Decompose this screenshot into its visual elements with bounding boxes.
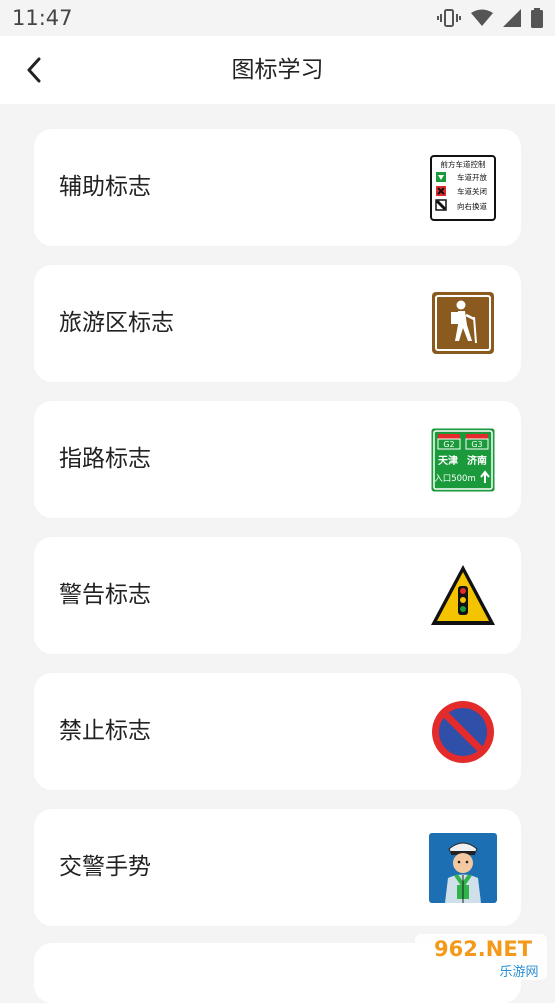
status-icons	[437, 8, 543, 28]
category-card-auxiliary[interactable]: 辅助标志 前方车道控制 车道开放 车道关闭 向右换道	[34, 129, 521, 246]
guide-route-2: G3	[471, 440, 482, 449]
guide-city-2: 济南	[467, 454, 487, 467]
traffic-police-gesture-icon	[429, 833, 497, 903]
category-card-police-gesture[interactable]: 交警手势	[34, 809, 521, 926]
aux-sign-row3: 向右换道	[457, 201, 487, 211]
category-label: 禁止标志	[59, 718, 151, 744]
category-card-prohibition[interactable]: 禁止标志	[34, 673, 521, 790]
battery-icon	[531, 8, 543, 28]
auxiliary-sign-icon: 前方车道控制 车道开放 车道关闭 向右换道	[430, 155, 496, 221]
category-list: 辅助标志 前方车道控制 车道开放 车道关闭 向右换道 旅游区标志 指路标志 G2…	[34, 129, 521, 945]
category-card-guide[interactable]: 指路标志 G2 G3 天津 济南 入口500m	[34, 401, 521, 518]
guide-city-1: 天津	[438, 454, 458, 467]
category-label: 辅助标志	[59, 174, 151, 200]
signal-icon	[503, 9, 521, 27]
site-watermark-logo: 962.NET 乐游网	[415, 934, 547, 980]
page-title: 图标学习	[231, 57, 324, 83]
category-card-tourist[interactable]: 旅游区标志	[34, 265, 521, 382]
tourist-area-sign-icon	[432, 292, 494, 354]
prohibition-sign-icon	[432, 701, 494, 763]
wifi-icon	[471, 9, 493, 26]
warning-sign-icon	[431, 565, 495, 625]
category-label: 旅游区标志	[59, 310, 174, 336]
watermark-bottom: 乐游网	[499, 965, 538, 980]
vibrate-icon	[437, 9, 461, 27]
status-bar: 11:47	[0, 0, 555, 36]
category-label: 警告标志	[59, 582, 151, 608]
category-card-warning[interactable]: 警告标志	[34, 537, 521, 654]
watermark-top: 962.NET	[434, 937, 533, 961]
guide-sign-icon: G2 G3 天津 济南 入口500m	[430, 427, 496, 493]
status-time: 11:47	[12, 6, 73, 30]
app-header: 图标学习	[0, 36, 555, 104]
aux-sign-title: 前方车道控制	[441, 159, 486, 169]
aux-sign-row1: 车道开放	[457, 172, 487, 182]
category-label: 交警手势	[59, 854, 151, 880]
category-label: 指路标志	[59, 446, 151, 472]
guide-exit: 入口500m	[434, 474, 476, 484]
guide-route-1: G2	[443, 440, 454, 449]
aux-sign-row2: 车道关闭	[457, 186, 487, 196]
